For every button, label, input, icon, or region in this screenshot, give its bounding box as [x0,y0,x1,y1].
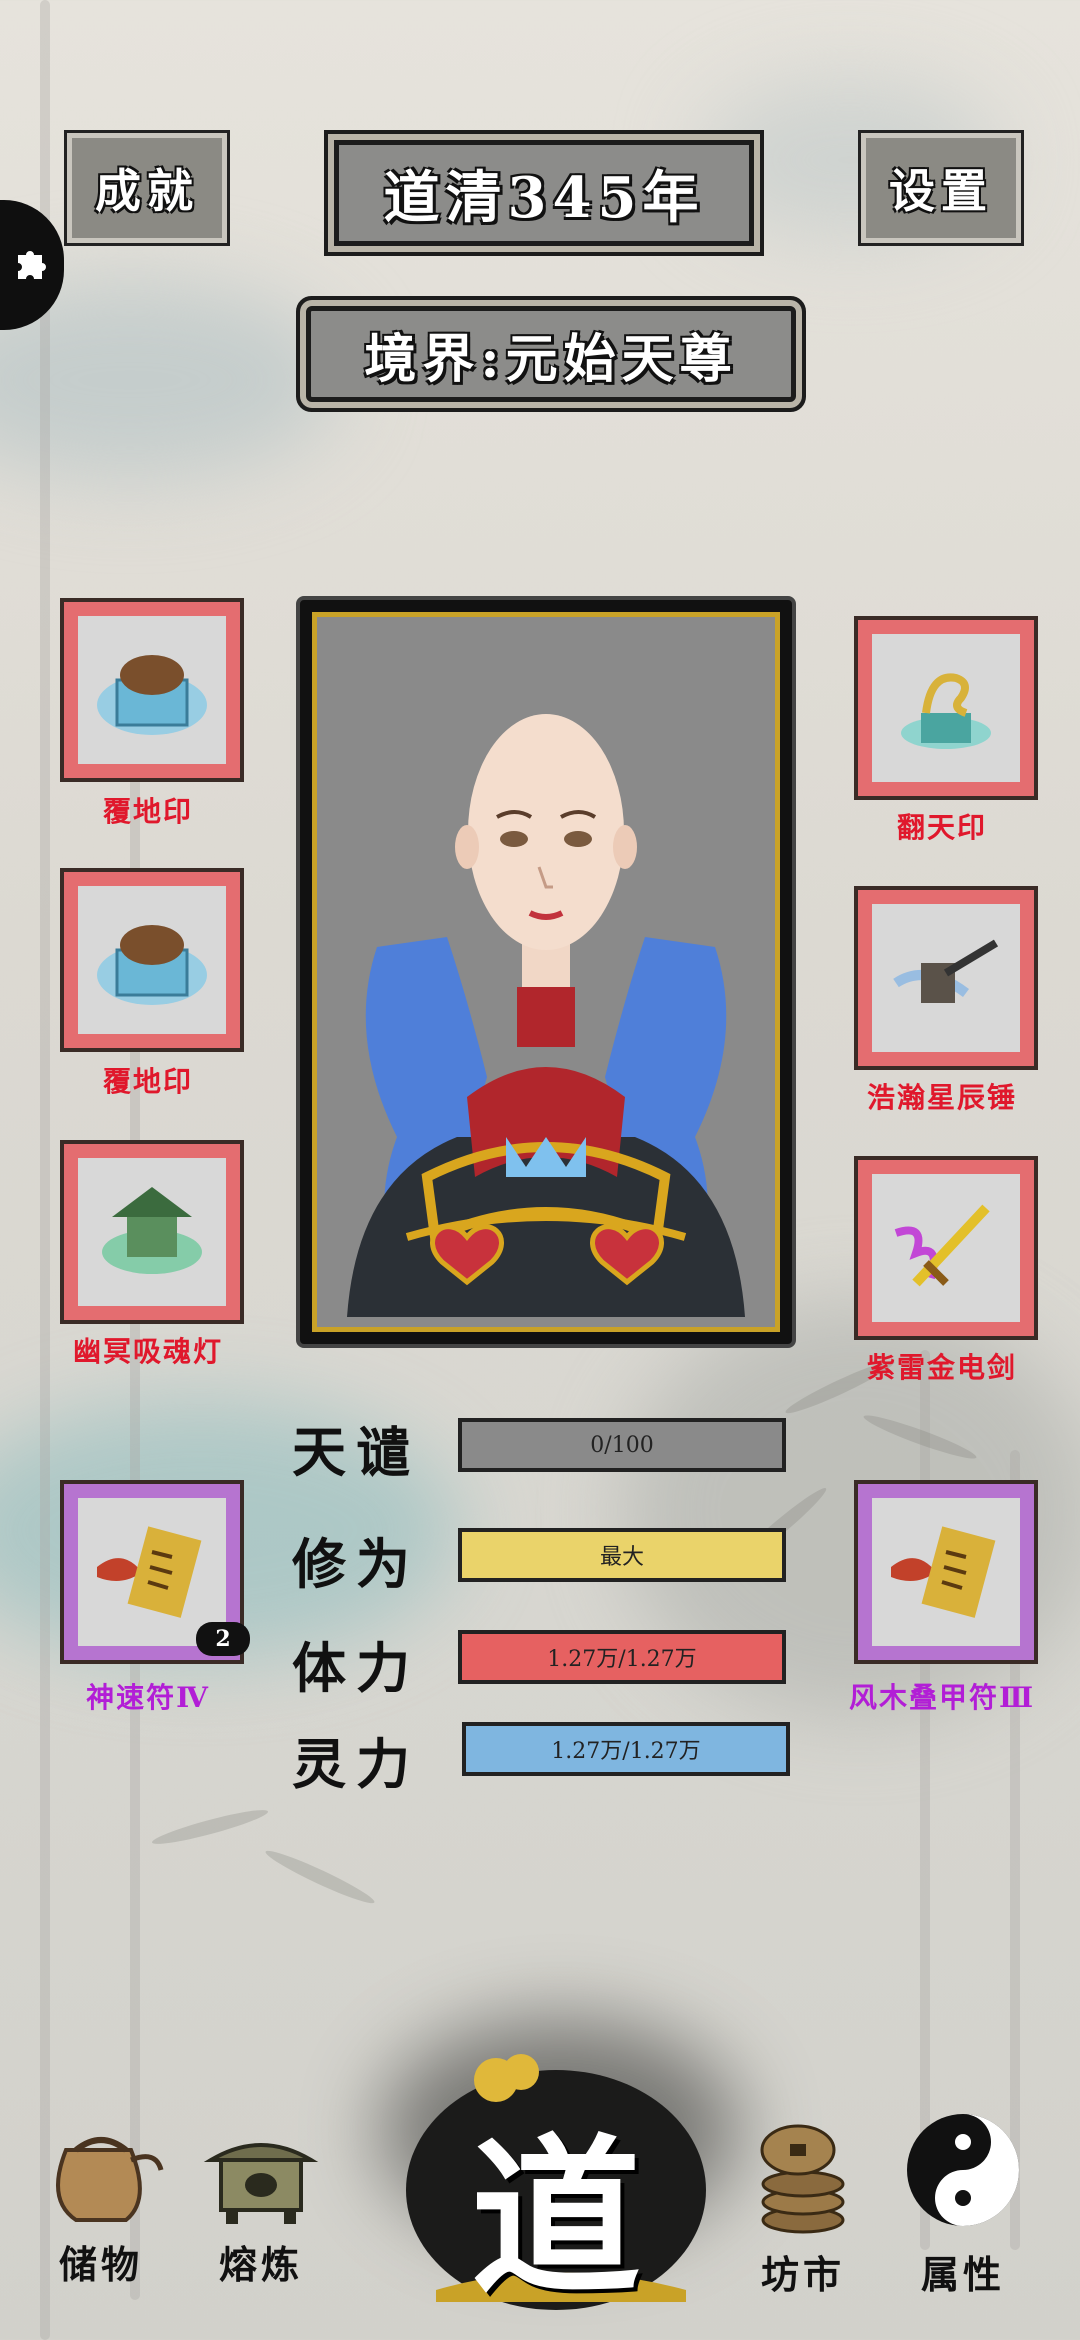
nav-storage-label: 储物 [58,2242,143,2287]
soul-lamp-icon [78,1158,226,1306]
dragon-seal-icon [872,634,1020,782]
nav-attributes-label: 属性 [920,2252,1005,2297]
nav-market-label: 坊市 [760,2252,845,2297]
right-item-slot-1[interactable] [854,616,1038,800]
star-hammer-icon [872,904,1020,1052]
stat-value-lingli: 1.27万/1.27万 [551,1739,701,1764]
furnace-icon [203,2143,319,2224]
right-item-slot-3[interactable] [854,1156,1038,1340]
stat-value-tili: 1.27万/1.27万 [547,1647,697,1672]
right-item-label-1: 翻天印 [896,811,987,844]
settings-label: 设置 [889,164,993,218]
achievements-label: 成就 [95,164,199,218]
left-item-label-3: 幽冥吸魂灯 [72,1335,223,1368]
left-item-label-1: 覆地印 [102,795,193,828]
nav-smelt[interactable]: 熔炼 [186,2110,336,2289]
talisman-icon [872,1498,1020,1646]
stat-label-tili: 体力 [292,1636,420,1700]
stat-value-xiuwei: 最大 [599,1545,644,1570]
yin-yang-icon [907,2114,1019,2226]
left-item-slot-1[interactable] [60,598,244,782]
bag-icon [56,2137,164,2222]
achievements-button[interactable]: 成就 [64,130,230,246]
stat-label-xiuwei: 修为 [292,1532,420,1596]
realm-banner: 境界:元始天尊 [306,306,796,402]
nav-dao-label: 道 [470,2118,641,2318]
nav-attributes[interactable]: 属性 [888,2110,1038,2299]
year-title: 道清345年 [383,164,705,231]
settings-button[interactable]: 设置 [858,130,1024,246]
right-item-label-2: 浩瀚星辰锤 [866,1081,1017,1114]
lightning-sword-icon [872,1174,1020,1322]
left-item-label-4: 神速符Ⅳ [86,1681,210,1714]
turtle-seal-icon [78,886,226,1034]
puzzle-icon [18,251,46,279]
stat-label-tianqian: 天谴 [292,1420,420,1484]
item-count-badge: 2 [196,1622,250,1656]
left-item-slot-3[interactable] [60,1140,244,1324]
left-item-label-2: 覆地印 [102,1065,193,1098]
right-item-slot-4[interactable] [854,1480,1038,1664]
nav-storage[interactable]: 储物 [26,2110,176,2289]
stat-bar-tili: 1.27万/1.27万 [458,1630,786,1684]
year-banner: 道清345年 [334,140,754,246]
nav-dao[interactable]: 道 [396,2040,716,2320]
turtle-seal-icon [78,616,226,764]
right-item-label-4: 风木叠甲符Ⅲ [848,1681,1036,1714]
stat-bar-xiuwei: 最大 [458,1528,786,1582]
stat-label-lingli: 灵力 [292,1732,420,1796]
character-portrait-frame [296,596,796,1348]
left-item-slot-2[interactable] [60,868,244,1052]
right-item-label-3: 紫雷金电剑 [866,1351,1017,1384]
stat-value-tianqian: 0/100 [590,1432,654,1458]
right-item-slot-2[interactable] [854,886,1038,1070]
character-portrait [312,612,780,1332]
coins-icon [760,2124,845,2234]
realm-text: 境界:元始天尊 [364,328,738,390]
nav-market[interactable]: 坊市 [728,2110,878,2299]
stat-bar-lingli: 1.27万/1.27万 [462,1722,790,1776]
stat-bar-tianqian: 0/100 [458,1418,786,1472]
nav-smelt-label: 熔炼 [218,2242,303,2287]
